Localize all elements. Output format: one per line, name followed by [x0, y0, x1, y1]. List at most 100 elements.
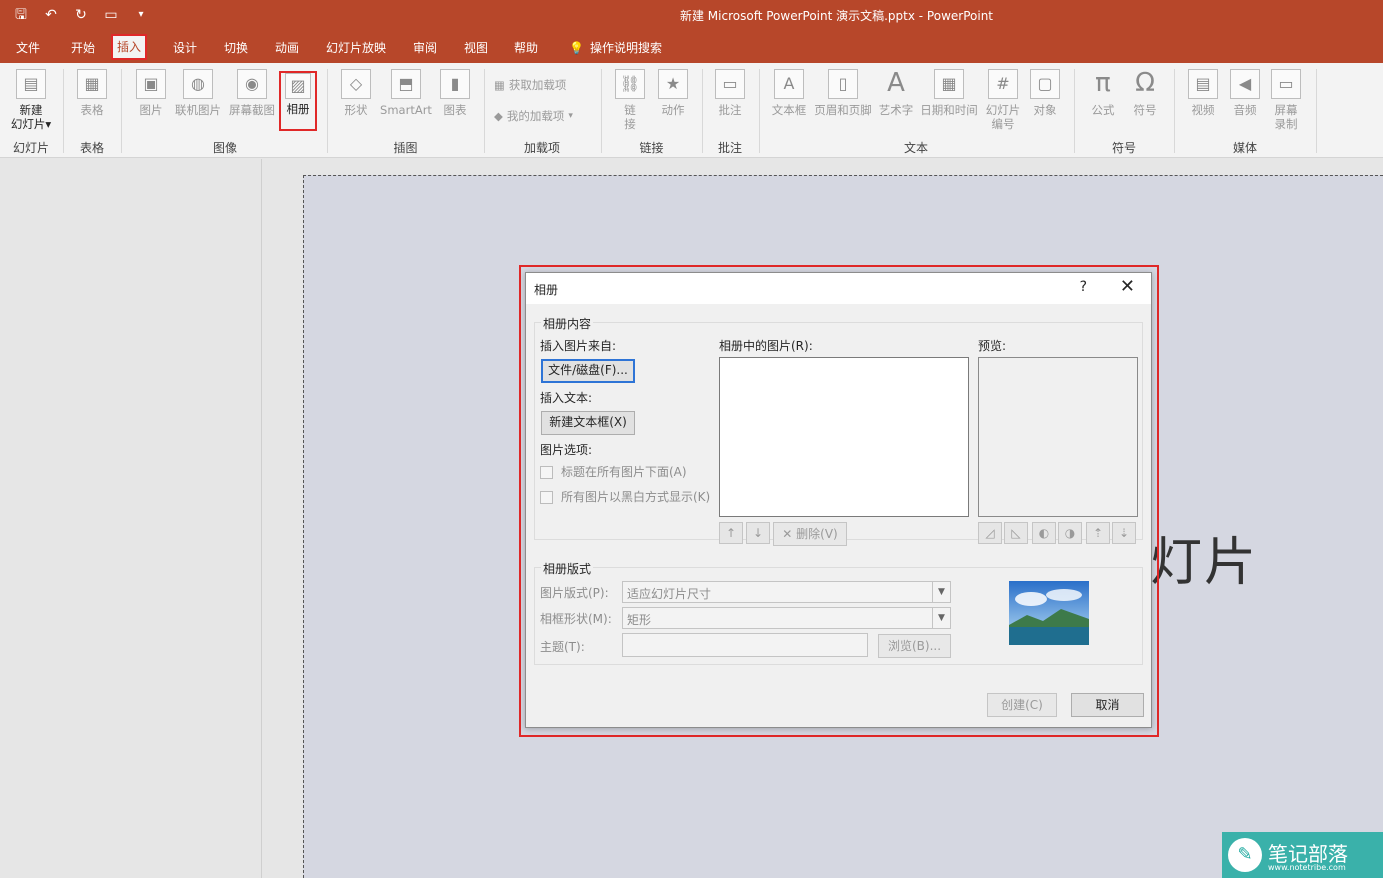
- dialog-title-bar: 相册 ? ✕: [526, 273, 1151, 304]
- ribbon: ▤ 新建 幻灯片▾ 幻灯片 ▦ 表格 表格 ▣ 图片 ◍ 联机图片 ◉ 屏幕截图…: [0, 63, 1383, 158]
- ribbon-tabs: 文件 开始 插入 设计 切换 动画 幻灯片放映 审阅 视图 帮助 💡 操作说明搜…: [0, 30, 1383, 63]
- preview-box: [978, 357, 1138, 517]
- header-footer-icon: ▯: [828, 69, 858, 99]
- header-footer-button[interactable]: ▯ 页眉和页脚: [810, 69, 876, 117]
- audio-button[interactable]: ◀ 音频: [1226, 69, 1264, 117]
- brightness-up-button[interactable]: ⇡: [1086, 522, 1110, 544]
- photo-album-dialog: 相册 ? ✕ 相册内容 插入图片来自: 文件/磁盘(F)... 插入文本: 新建…: [525, 272, 1152, 728]
- picture-button[interactable]: ▣ 图片: [133, 69, 169, 117]
- my-addins-button[interactable]: ◆ 我的加载项 ▾: [494, 108, 573, 124]
- action-button[interactable]: ★ 动作: [655, 69, 691, 117]
- group-addins: 加载项: [523, 141, 560, 155]
- slide-title-placeholder[interactable]: 灯片: [1150, 520, 1258, 595]
- group-media: 媒体: [1232, 141, 1257, 155]
- table-icon: ▦: [77, 69, 107, 99]
- textbox-button[interactable]: A 文本框: [768, 69, 810, 117]
- browse-button[interactable]: 浏览(B)...: [878, 634, 951, 658]
- textbox-icon: A: [774, 69, 804, 99]
- captions-below-option[interactable]: 标题在所有图片下面(A): [540, 463, 687, 480]
- new-slide-button[interactable]: ▤ 新建 幻灯片▾: [6, 69, 56, 131]
- globe-picture-icon: ◍: [183, 69, 213, 99]
- create-button[interactable]: 创建(C): [987, 693, 1057, 717]
- slide-number-button[interactable]: # 幻灯片 编号: [982, 69, 1024, 131]
- contrast-up-button[interactable]: ◐: [1032, 522, 1056, 544]
- theme-input[interactable]: [622, 633, 868, 657]
- help-button[interactable]: ?: [1080, 279, 1087, 295]
- group-symbols: 符号: [1111, 141, 1136, 155]
- get-addins-button[interactable]: ▦ 获取加载项: [494, 77, 566, 93]
- addins-icon: ◆: [494, 109, 503, 123]
- group-comments: 批注: [717, 141, 742, 155]
- screenshot-button[interactable]: ◉ 屏幕截图: [226, 69, 278, 117]
- rotate-right-button[interactable]: ◺: [1004, 522, 1028, 544]
- datetime-button[interactable]: ▦ 日期和时间: [918, 69, 980, 117]
- tab-home[interactable]: 开始: [67, 37, 99, 59]
- equation-button[interactable]: π 公式: [1084, 69, 1122, 117]
- tab-design[interactable]: 设计: [169, 37, 201, 59]
- wordart-icon: A: [887, 68, 905, 98]
- new-slide-icon: ▤: [16, 69, 46, 99]
- tab-transitions[interactable]: 切换: [220, 37, 252, 59]
- new-textbox-button[interactable]: 新建文本框(X): [541, 411, 635, 435]
- move-down-button[interactable]: ↓: [746, 522, 770, 544]
- picture-layout-select[interactable]: 适应幻灯片尺寸 ▼: [622, 581, 951, 603]
- delete-icon: ✕: [782, 527, 793, 541]
- file-disk-button[interactable]: 文件/磁盘(F)...: [541, 359, 635, 383]
- picture-icon: ▣: [136, 69, 166, 99]
- comment-icon: ▭: [715, 69, 745, 99]
- pictures-in-album-list[interactable]: [719, 357, 969, 517]
- tab-animations[interactable]: 动画: [271, 37, 303, 59]
- online-picture-button[interactable]: ◍ 联机图片: [172, 69, 224, 117]
- camera-icon: ◉: [237, 69, 267, 99]
- hash-icon: #: [988, 69, 1018, 99]
- brightness-down-button[interactable]: ⇣: [1112, 522, 1136, 544]
- tell-me-search[interactable]: 💡 操作说明搜索: [565, 37, 666, 59]
- link-button[interactable]: ⛓ 链 接: [612, 69, 648, 131]
- close-icon[interactable]: ✕: [1120, 276, 1135, 297]
- speaker-icon: ◀: [1230, 69, 1260, 99]
- chart-button[interactable]: ▮ 图表: [437, 69, 473, 117]
- film-icon: ▤: [1188, 69, 1218, 99]
- window-title: 新建 Microsoft PowerPoint 演示文稿.pptx - Powe…: [679, 9, 994, 23]
- preview-label: 预览:: [978, 339, 1007, 353]
- smartart-icon: ⬒: [391, 69, 421, 99]
- captions-below-checkbox[interactable]: [540, 466, 553, 479]
- group-tables: 表格: [79, 141, 104, 155]
- link-icon: ⛓: [615, 69, 645, 99]
- comment-button[interactable]: ▭ 批注: [712, 69, 748, 117]
- black-white-option[interactable]: 所有图片以黑白方式显示(K): [540, 488, 710, 505]
- group-slides: 幻灯片: [12, 141, 49, 155]
- object-button[interactable]: ▢ 对象: [1026, 69, 1064, 117]
- chevron-down-icon: ▾: [568, 111, 573, 121]
- chevron-down-icon: ▼: [932, 582, 950, 602]
- contrast-down-button[interactable]: ◑: [1058, 522, 1082, 544]
- frame-shape-select[interactable]: 矩形 ▼: [622, 607, 951, 629]
- remove-button[interactable]: ✕ 删除(V): [773, 522, 847, 546]
- black-white-checkbox[interactable]: [540, 491, 553, 504]
- tab-help[interactable]: 帮助: [510, 37, 542, 59]
- tab-slideshow[interactable]: 幻灯片放映: [322, 37, 390, 59]
- tab-review[interactable]: 审阅: [409, 37, 441, 59]
- wordart-button[interactable]: A 艺术字: [876, 69, 916, 117]
- watermark: ✎ 笔记部落 www.notetribe.com: [1222, 832, 1383, 878]
- tab-view[interactable]: 视图: [460, 37, 492, 59]
- photo-album-button[interactable]: ▨ 相册: [281, 73, 315, 116]
- rotate-left-button[interactable]: ◿: [978, 522, 1002, 544]
- screen-record-icon: ▭: [1271, 69, 1301, 99]
- omega-icon: Ω: [1135, 68, 1155, 98]
- slide-thumbnails-pane[interactable]: [0, 159, 262, 878]
- lightbulb-icon: 💡: [569, 41, 584, 55]
- tab-file[interactable]: 文件: [12, 37, 44, 59]
- video-button[interactable]: ▤ 视频: [1184, 69, 1222, 117]
- smartart-button[interactable]: ⬒ SmartArt: [378, 69, 434, 117]
- symbol-button[interactable]: Ω 符号: [1126, 69, 1164, 117]
- tab-insert[interactable]: 插入: [111, 34, 148, 60]
- shapes-button[interactable]: ◇ 形状: [338, 69, 374, 117]
- pictures-in-album-label: 相册中的图片(R):: [719, 339, 813, 353]
- screen-record-button[interactable]: ▭ 屏幕 录制: [1266, 69, 1306, 131]
- title-bar: 🖫 ↶ ↻ ▭ ▾ 新建 Microsoft PowerPoint 演示文稿.p…: [0, 0, 1383, 30]
- move-up-button[interactable]: ↑: [719, 522, 743, 544]
- group-links: 链接: [639, 141, 664, 155]
- cancel-button[interactable]: 取消: [1071, 693, 1144, 717]
- table-button[interactable]: ▦ 表格: [72, 69, 112, 117]
